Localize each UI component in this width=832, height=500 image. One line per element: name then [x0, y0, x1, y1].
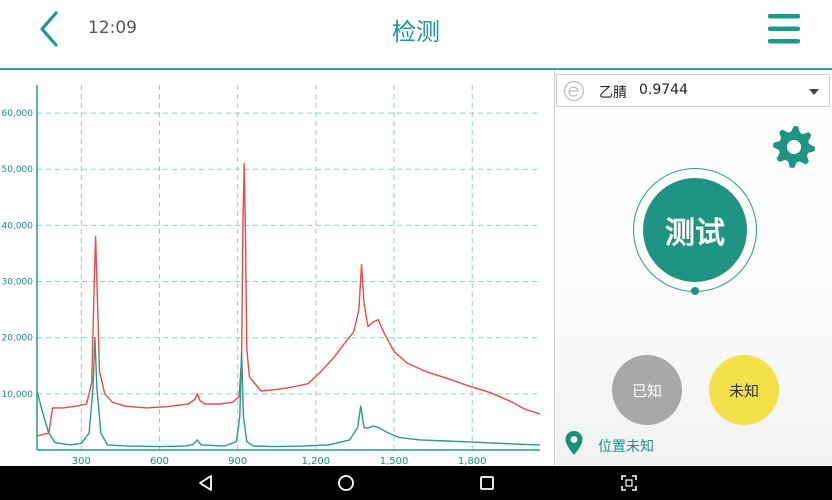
nav-screenshot-button[interactable]: [618, 472, 640, 494]
x-tick-label: 300: [72, 456, 91, 466]
hamburger-menu-icon: [768, 14, 800, 44]
dropdown-arrow-icon: [809, 89, 819, 95]
y-tick-label: 20,000: [2, 334, 34, 344]
known-button[interactable]: 已知: [612, 355, 682, 425]
y-tick-label: 50,000: [2, 165, 34, 175]
settings-button[interactable]: [770, 123, 818, 171]
spectrum-plot: 300 600 900 1,200 1,500 1,800 10,000 20,000 30,0…: [2, 85, 541, 467]
nav-back-button[interactable]: [195, 472, 217, 494]
x-tick-label: 1,800: [458, 456, 487, 466]
test-ring-indicator: [691, 287, 699, 295]
map-pin-icon: [565, 431, 583, 455]
x-tick-label: 1,500: [380, 456, 409, 466]
circle-home-icon: [338, 475, 354, 491]
triangle-back-icon: [199, 475, 212, 491]
location-text: 位置未知: [598, 439, 654, 455]
clock-time: 12:09: [88, 18, 137, 38]
app-header: 12:09 检测: [0, 0, 832, 70]
y-tick-label: 60,000: [2, 109, 34, 119]
gear-icon: [773, 126, 815, 168]
y-tick-label: 10,000: [2, 390, 34, 400]
test-button[interactable]: 测试: [643, 178, 747, 282]
element-e-icon: [563, 80, 585, 102]
chevron-left-icon: [40, 11, 58, 47]
unknown-button[interactable]: 未知: [709, 355, 779, 425]
scan-frame-icon: [621, 475, 637, 491]
x-tick-label: 900: [228, 456, 247, 466]
compound-match-value: 0.9744: [639, 82, 688, 98]
spectrum-series-line-1: [36, 162, 541, 437]
system-nav-bar: [0, 466, 832, 500]
y-tick-label: 40,000: [2, 221, 34, 231]
control-panel: 乙腈 0.9744 测试 已知 未知 位置未知: [556, 70, 832, 466]
menu-button[interactable]: [766, 10, 802, 48]
x-tick-label: 600: [150, 456, 169, 466]
nav-recents-button[interactable]: [476, 472, 498, 494]
compound-name: 乙腈: [599, 85, 627, 101]
x-tick-label: 1,200: [302, 456, 331, 466]
spectrum-series-line-2: [36, 337, 541, 448]
spectrum-chart[interactable]: 300 600 900 1,200 1,500 1,800 10,000 20,000 30,0…: [0, 70, 555, 467]
back-button[interactable]: [32, 9, 68, 49]
square-recents-icon: [480, 476, 494, 490]
compound-selector[interactable]: 乙腈 0.9744: [556, 74, 830, 107]
nav-home-button[interactable]: [335, 472, 357, 494]
y-tick-label: 30,000: [2, 278, 34, 288]
